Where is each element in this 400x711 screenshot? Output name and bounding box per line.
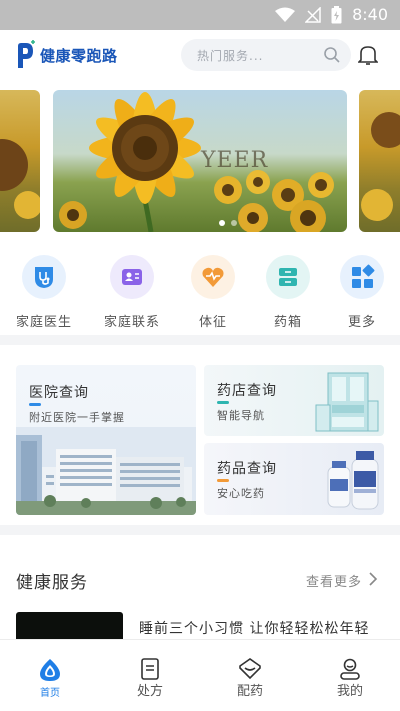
- logo-text: 健康零跑路: [40, 46, 118, 65]
- card-subtitle: 附近医院一手掌握: [29, 411, 125, 424]
- card-subtitle: 安心吃药: [217, 487, 265, 500]
- card-title: 药品查询: [217, 461, 277, 477]
- status-bar: 8:40: [0, 0, 400, 30]
- quick-nav-family-doctor[interactable]: 家庭医生: [4, 255, 84, 330]
- query-cards: 医院查询 附近医院一手掌握 药店查询 智能导航 药品查询 安心吃药: [0, 345, 400, 525]
- banner-carousel[interactable]: YEER: [0, 80, 400, 245]
- search-bar[interactable]: 热门服务...: [181, 39, 351, 71]
- contact-card-icon: [122, 269, 142, 285]
- search-placeholder: 热门服务...: [197, 49, 264, 63]
- drug-query-card[interactable]: 药品查询 安心吃药: [204, 443, 384, 515]
- quick-nav-label: 体征: [198, 315, 227, 330]
- quick-nav-more[interactable]: 更多: [322, 255, 400, 330]
- banner-watermark: YEER: [201, 148, 269, 173]
- quick-nav-medicine-box[interactable]: 药箱: [248, 255, 328, 330]
- search-icon: [324, 47, 340, 63]
- grid-more-icon: [352, 264, 375, 288]
- profile-icon: [340, 658, 360, 680]
- tab-label: 配药: [236, 684, 263, 699]
- sunflower-image: [59, 92, 334, 232]
- quick-nav-label: 药箱: [273, 315, 302, 330]
- home-drop-icon: [40, 659, 60, 681]
- view-more-link[interactable]: 查看更多: [306, 571, 362, 590]
- banner-slide-next[interactable]: [359, 90, 400, 232]
- signal-off-icon: [305, 6, 321, 23]
- quick-nav-family-contact[interactable]: 家庭联系: [92, 255, 172, 330]
- tab-home[interactable]: 首页: [0, 640, 100, 711]
- tab-profile[interactable]: 我的: [300, 640, 400, 711]
- tab-prescription[interactable]: 处方: [100, 640, 200, 711]
- hospital-query-card[interactable]: 医院查询 附近医院一手掌握: [16, 365, 196, 515]
- quick-nav-vital-signs[interactable]: 体征: [173, 255, 253, 330]
- prescription-icon: [141, 658, 159, 680]
- chevron-right-icon[interactable]: [368, 572, 378, 586]
- app-logo: 健康零跑路: [14, 40, 118, 70]
- card-subtitle: 智能导航: [217, 409, 265, 422]
- heart-pulse-icon: [202, 267, 224, 287]
- quick-nav-label: 更多: [347, 315, 376, 330]
- banner-slide-sunflower[interactable]: YEER: [53, 90, 347, 232]
- carousel-indicator: [219, 220, 237, 226]
- quick-nav-label: 家庭联系: [103, 315, 160, 330]
- quick-nav: 家庭医生 家庭联系 体征 药箱 更多: [0, 245, 400, 335]
- wifi-icon: [275, 7, 296, 22]
- section-title: 健康服务: [16, 573, 88, 593]
- tab-label: 处方: [136, 684, 163, 699]
- pharmacy-shelf-image: [315, 372, 379, 432]
- notification-bell-icon[interactable]: [358, 44, 378, 66]
- logo-mark-icon: [18, 40, 35, 68]
- bottom-tab-bar: 首页 处方 配药 我的: [0, 639, 400, 711]
- hospital-building-image: [16, 427, 196, 515]
- medicine-box-icon: [279, 268, 297, 286]
- medicine-bottles-image: [327, 451, 379, 510]
- pharmacy-query-card[interactable]: 药店查询 智能导航: [204, 365, 384, 436]
- battery-charging-icon: [331, 5, 342, 23]
- carousel-dot[interactable]: [231, 220, 237, 226]
- tab-dispense[interactable]: 配药: [200, 640, 300, 711]
- card-title: 药店查询: [217, 383, 277, 399]
- stethoscope-icon: [35, 267, 53, 288]
- pill-icon: [239, 658, 261, 680]
- app-header: 健康零跑路 热门服务...: [0, 30, 400, 80]
- tab-label: 我的: [336, 684, 363, 699]
- quick-nav-label: 家庭医生: [15, 315, 72, 330]
- health-services-section: 健康服务 查看更多 睡前三个小习惯 让你轻轻松松年轻十岁: [0, 535, 400, 659]
- card-title: 医院查询: [29, 385, 89, 401]
- carousel-dot-active[interactable]: [219, 220, 225, 226]
- tab-label: 首页: [40, 688, 60, 699]
- banner-slide-previous[interactable]: [0, 90, 40, 232]
- status-time: 8:40: [352, 5, 388, 24]
